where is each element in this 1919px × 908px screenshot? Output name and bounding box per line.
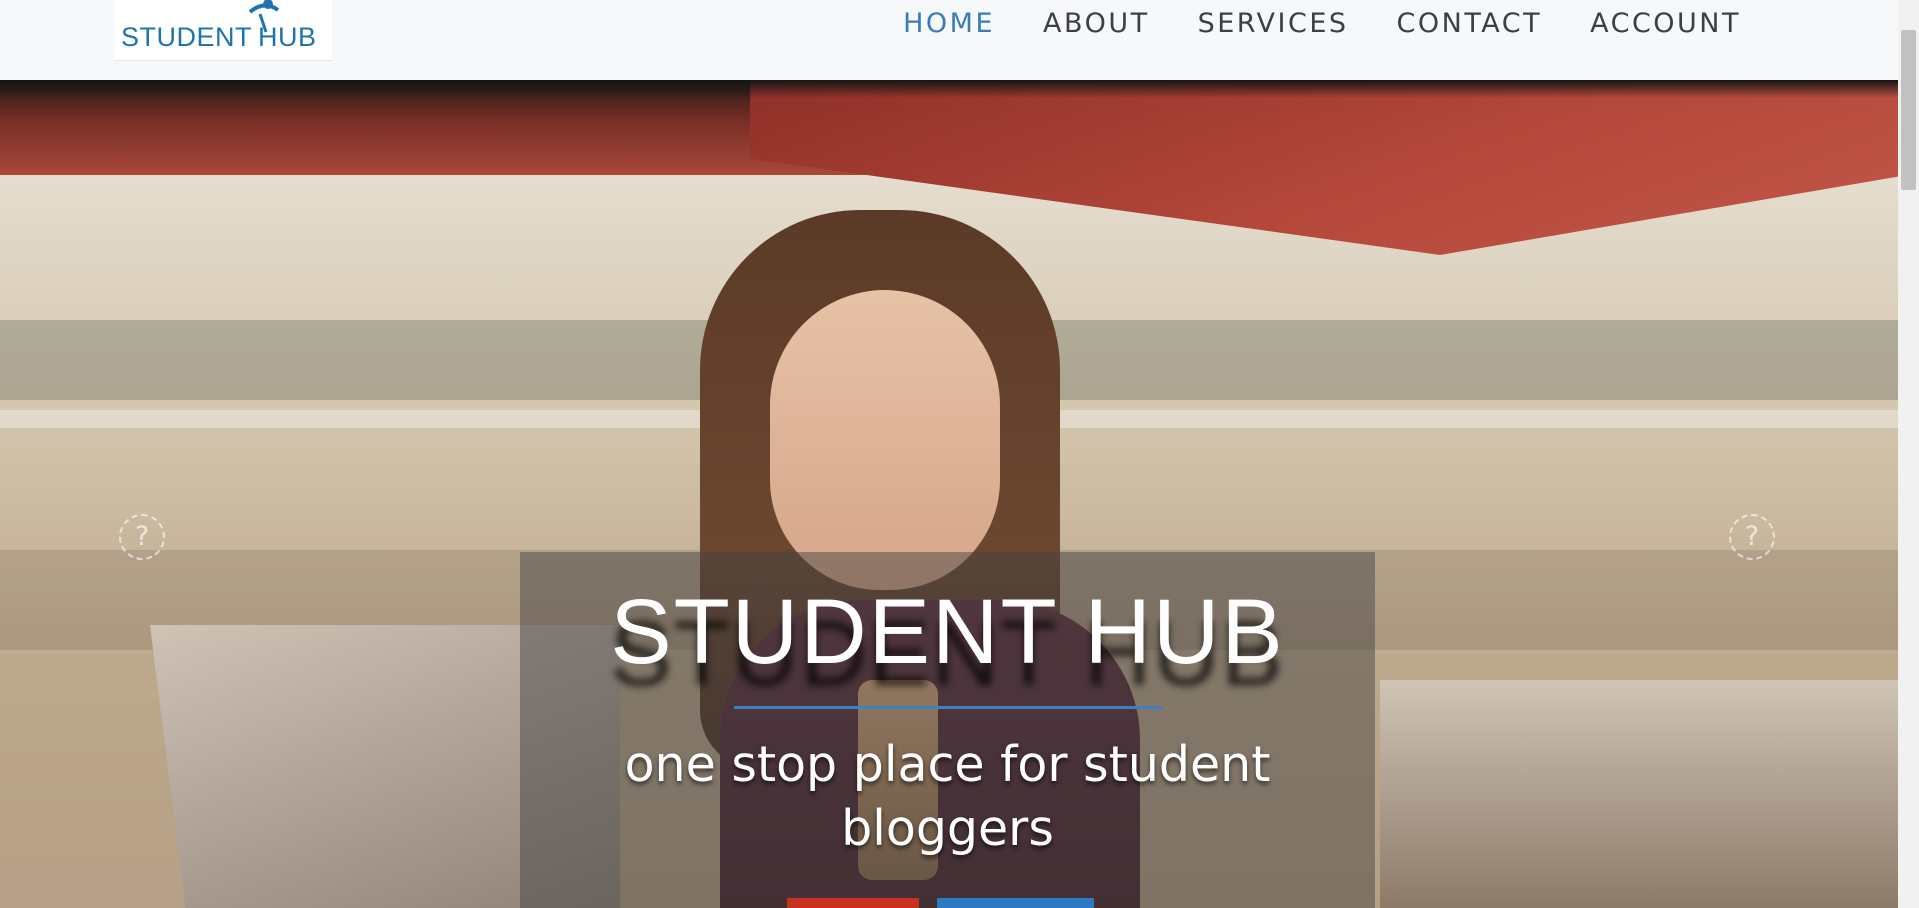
hero-divider <box>733 706 1162 709</box>
hero-caption-box: STUDENT HUB one stop place for student b… <box>520 552 1375 908</box>
broken-image-icon-right: ? <box>1729 514 1775 560</box>
navbar: STUDENT HUB HOME ABOUT SERVICES CONTACT A… <box>0 0 1898 80</box>
hero-button-primary[interactable] <box>787 898 919 908</box>
nav-home[interactable]: HOME <box>903 6 995 42</box>
logo-text: STUDENT HUB <box>121 22 317 52</box>
broken-image-icon-left: ? <box>119 514 165 560</box>
scrollbar-thumb[interactable] <box>1901 30 1916 190</box>
nav-about[interactable]: ABOUT <box>1043 6 1150 42</box>
hero-button-secondary[interactable] <box>937 898 1094 908</box>
hero-top-shadow <box>0 80 1898 98</box>
hero-subtitle: one stop place for student bloggers <box>624 736 1271 857</box>
nav-account[interactable]: ACCOUNT <box>1590 6 1741 42</box>
hero-section: ? ? STUDENT HUB one stop place for stude… <box>0 80 1898 908</box>
nav-contact[interactable]: CONTACT <box>1397 6 1543 42</box>
nav-services[interactable]: SERVICES <box>1198 6 1349 42</box>
main-nav: HOME ABOUT SERVICES CONTACT ACCOUNT <box>855 6 1741 42</box>
page-scrollbar[interactable] <box>1898 0 1919 908</box>
hero-title: STUDENT HUB <box>610 581 1285 683</box>
logo[interactable]: STUDENT HUB <box>114 0 332 61</box>
